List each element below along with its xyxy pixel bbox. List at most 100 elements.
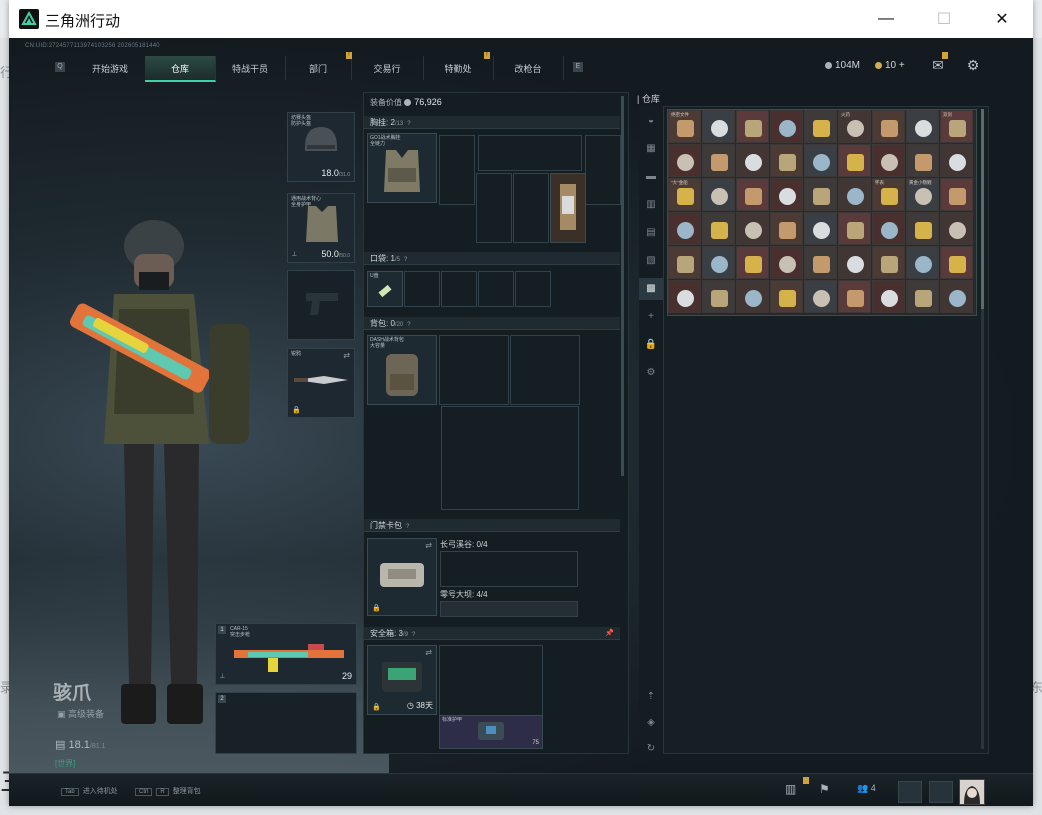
add-tab-icon[interactable]: +	[639, 306, 663, 328]
warehouse-item-cell[interactable]	[770, 212, 803, 245]
collection-tab-icon[interactable]: ▩	[639, 278, 663, 300]
tab-gunsmith[interactable]: 改枪台	[493, 56, 564, 80]
backpack-cell[interactable]	[439, 335, 509, 405]
swap-icon[interactable]: ⇄	[425, 648, 432, 657]
warehouse-item-cell[interactable]	[838, 246, 871, 279]
warehouse-item-cell[interactable]	[804, 212, 837, 245]
warehouse-item-cell[interactable]	[940, 246, 973, 279]
warehouse-item-cell[interactable]	[736, 280, 769, 313]
party-slot-button[interactable]	[898, 781, 922, 803]
chest-item-battery[interactable]	[550, 173, 586, 243]
tab-department[interactable]: 部门	[285, 56, 352, 80]
warehouse-item-cell[interactable]	[872, 246, 905, 279]
nav-prev-key[interactable]: Q	[55, 62, 65, 72]
chest-cell[interactable]	[513, 173, 549, 243]
swap-icon[interactable]: ⇄	[343, 351, 350, 360]
warehouse-item-cell[interactable]	[702, 246, 735, 279]
party-slot-button[interactable]	[929, 781, 953, 803]
settings-tab-icon[interactable]: ⚙	[639, 362, 663, 384]
pocket-cell[interactable]	[404, 271, 440, 307]
warehouse-item-cell[interactable]	[906, 246, 939, 279]
help-icon[interactable]: ?	[412, 629, 415, 642]
pocket-cell[interactable]	[441, 271, 477, 307]
warehouse-item-cell[interactable]	[906, 144, 939, 177]
keycard-dam-cards[interactable]	[440, 601, 578, 617]
warehouse-item-cell[interactable]	[668, 144, 701, 177]
helmet-tab-icon[interactable]: ◒	[639, 110, 663, 132]
warehouse-scrollbar[interactable]	[981, 109, 984, 749]
layers-tab-icon[interactable]: ◈	[639, 712, 663, 734]
chat-channel[interactable]: [世界]	[55, 758, 75, 769]
warehouse-item-cell[interactable]	[940, 212, 973, 245]
warehouse-item-cell[interactable]	[940, 178, 973, 211]
warehouse-item-cell[interactable]	[736, 144, 769, 177]
warehouse-item-cell[interactable]	[702, 212, 735, 245]
flag-icon[interactable]: ⚑	[819, 782, 830, 796]
minimize-button[interactable]: —	[863, 0, 909, 38]
warehouse-item-cell[interactable]	[804, 110, 837, 143]
lock-tab-icon[interactable]: 🔒	[639, 334, 663, 356]
backpack-item[interactable]: DASH战术背包 大容量	[367, 335, 437, 405]
backpack-cell[interactable]	[510, 335, 580, 405]
warehouse-item-cell[interactable]	[838, 212, 871, 245]
weapon-tab-icon[interactable]: ▬	[639, 166, 663, 188]
container-tab-icon[interactable]: ▧	[639, 250, 663, 272]
warehouse-item-cell[interactable]	[804, 280, 837, 313]
tab-special-ops[interactable]: 特勤处	[423, 56, 494, 80]
warehouse-item-cell[interactable]	[770, 280, 803, 313]
stats-icon[interactable]: ▥	[785, 782, 796, 796]
warehouse-item-cell[interactable]: 怀表	[872, 178, 905, 211]
warehouse-item-cell[interactable]	[940, 280, 973, 313]
armor-tab-icon[interactable]: ▦	[639, 138, 663, 160]
secondary-weapon-slot[interactable]: 2	[215, 692, 357, 754]
chest-cell[interactable]	[478, 135, 582, 171]
backpack-cell[interactable]	[441, 406, 579, 510]
warehouse-item-cell[interactable]: 黄金小锦鲤	[906, 178, 939, 211]
warehouse-item-cell[interactable]	[770, 144, 803, 177]
help-icon[interactable]: ?	[407, 118, 410, 131]
warehouse-item-cell[interactable]	[702, 178, 735, 211]
warehouse-item-cell[interactable]	[872, 212, 905, 245]
primary-weapon-slot[interactable]: 1 CAR-15 突击步枪 ⟂ 29	[215, 623, 357, 685]
add-gold-button[interactable]: +	[899, 60, 905, 71]
warehouse-item-cell[interactable]	[770, 110, 803, 143]
warehouse-item-cell[interactable]	[770, 246, 803, 279]
warehouse-item-cell[interactable]	[668, 212, 701, 245]
ammo-tab-icon[interactable]: ▥	[639, 194, 663, 216]
loadout-scrollbar[interactable]	[621, 96, 624, 476]
warehouse-item-cell[interactable]	[906, 212, 939, 245]
warehouse-item-cell[interactable]	[804, 246, 837, 279]
warehouse-item-cell[interactable]	[872, 144, 905, 177]
friends-button[interactable]: 👥 4	[857, 783, 876, 794]
avatar[interactable]	[959, 779, 985, 805]
keycard-pack-item[interactable]: ⇄ 🔒	[367, 538, 437, 616]
warehouse-item-cell[interactable]	[702, 144, 735, 177]
pocket-cell[interactable]	[515, 271, 551, 307]
warehouse-item-cell[interactable]	[906, 280, 939, 313]
rotate-tab-icon[interactable]: ↻	[639, 738, 663, 760]
warehouse-item-cell[interactable]: "大"金船	[668, 178, 701, 211]
warehouse-item-cell[interactable]	[872, 280, 905, 313]
warehouse-item-cell[interactable]	[702, 280, 735, 313]
chest-cell[interactable]	[476, 173, 512, 243]
upgrade-tab-icon[interactable]: ⇡	[639, 686, 663, 708]
helmet-slot[interactable]: 坊赛头盔 防护头盔 18.0/31.0	[287, 112, 355, 182]
tab-start-game[interactable]: 开始游戏	[75, 56, 146, 80]
warehouse-item-cell[interactable]	[770, 178, 803, 211]
help-icon[interactable]: ?	[407, 319, 410, 332]
warehouse-item-cell[interactable]: 火药	[838, 110, 871, 143]
warehouse-item-cell[interactable]	[872, 110, 905, 143]
chest-rig-item[interactable]: GO1战术胸挂 全链力	[367, 133, 437, 203]
warehouse-item-cell[interactable]	[702, 110, 735, 143]
warehouse-item-cell[interactable]: 绝密文件	[668, 110, 701, 143]
pocket-usb-item[interactable]: U盘	[367, 271, 403, 307]
warehouse-item-cell[interactable]	[736, 246, 769, 279]
pistol-slot[interactable]	[287, 270, 355, 340]
warehouse-item-cell[interactable]	[804, 144, 837, 177]
chest-cell[interactable]	[439, 135, 475, 205]
warehouse-item-cell[interactable]	[838, 280, 871, 313]
warehouse-item-cell[interactable]	[804, 178, 837, 211]
warehouse-item-cell[interactable]	[940, 144, 973, 177]
warehouse-item-cell[interactable]	[736, 212, 769, 245]
chest-cell[interactable]	[585, 135, 621, 205]
